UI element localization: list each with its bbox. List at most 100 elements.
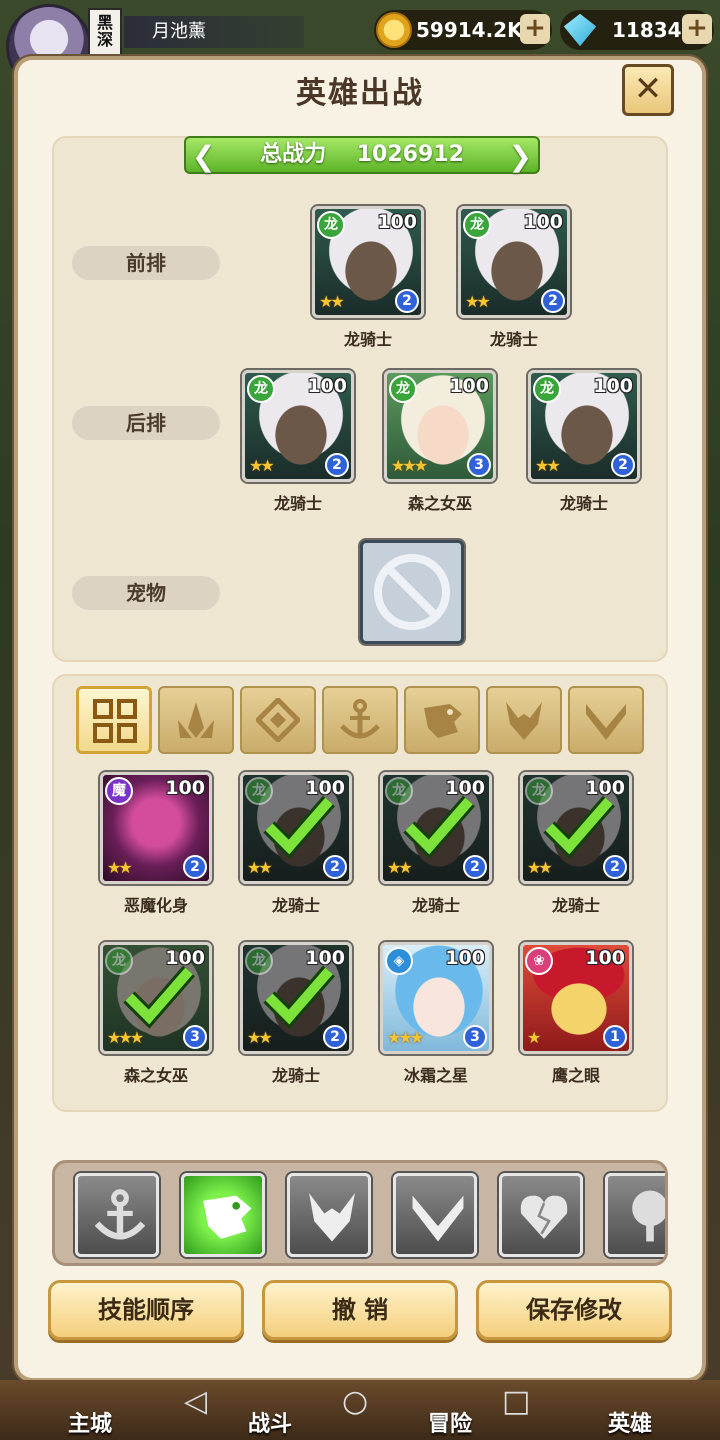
- hero-name: 龙骑士: [271, 1066, 320, 1085]
- checkmark-icon: [543, 795, 615, 859]
- anchor-bond-button[interactable]: [75, 1173, 159, 1257]
- gem-amount: 11834: [612, 18, 682, 42]
- leaf-icon: [178, 702, 214, 738]
- star-icons: ★★: [527, 858, 553, 877]
- back-slot-1[interactable]: 龙 100 ★★ 2 龙骑士: [242, 370, 358, 514]
- add-gold-button[interactable]: +: [520, 14, 550, 44]
- dragon-head-icon: [424, 704, 462, 738]
- dragon-class-icon: 龙: [525, 777, 553, 805]
- checkmark-icon: [123, 965, 195, 1029]
- hero-level: 100: [305, 777, 345, 799]
- star-icons: ★★★: [107, 1028, 144, 1047]
- bond-skill-tray[interactable]: [52, 1160, 668, 1266]
- rank-badge: 1: [603, 1025, 627, 1049]
- star-icons: ★★: [465, 292, 491, 311]
- dragon-class-icon: 龙: [247, 375, 275, 403]
- filter-anchor-button[interactable]: [322, 686, 398, 754]
- hero-card[interactable]: 龙 100 ★★ 2: [380, 772, 492, 884]
- hero-name: 龙骑士: [271, 896, 320, 915]
- save-changes-button[interactable]: 保存修改: [476, 1280, 672, 1340]
- filter-demon-button[interactable]: [486, 686, 562, 754]
- add-gems-button[interactable]: +: [682, 14, 712, 44]
- hero-name: 龙骑士: [273, 494, 322, 513]
- hero-card[interactable]: 龙 100 ★★ 2: [240, 772, 352, 884]
- nav-city[interactable]: 主城: [40, 1406, 140, 1438]
- roster-hero-1[interactable]: 魔 100 ★★ 2 恶魔化身: [100, 772, 216, 916]
- hero-card[interactable]: 龙 100 ★★★ 3: [100, 942, 212, 1054]
- hero-level: 100: [585, 777, 625, 799]
- hero-name: 龙骑士: [411, 896, 460, 915]
- back-slot-3[interactable]: 龙 100 ★★ 2 龙骑士: [528, 370, 644, 514]
- top-bar: 黑深 月池薰 59914.2K + 11834 +: [0, 0, 720, 90]
- dragon-class-icon: 龙: [245, 777, 273, 805]
- frost-class-icon: ◈: [385, 947, 413, 975]
- dragon-class-icon: 龙: [463, 211, 491, 239]
- hero-level: 100: [449, 375, 489, 397]
- undo-button[interactable]: 撤 销: [262, 1280, 458, 1340]
- close-button[interactable]: ✕: [622, 64, 674, 116]
- hero-card[interactable]: 龙 100 ★★ 2: [242, 370, 354, 482]
- hero-name: 龙骑士: [551, 896, 600, 915]
- dragon-head-icon: [203, 1195, 252, 1239]
- roster-hero-8[interactable]: ❀ 100 ★ 1 鹰之眼: [520, 942, 636, 1086]
- roster-hero-2[interactable]: 龙 100 ★★ 2 龙骑士: [240, 772, 356, 916]
- hero-name: 森之女巫: [123, 1066, 188, 1085]
- forest-class-icon: ❀: [525, 947, 553, 975]
- rank-badge: 2: [611, 453, 635, 477]
- nav-adventure[interactable]: 冒险: [400, 1406, 500, 1438]
- checkmark-icon: [403, 795, 475, 859]
- light-bond-button[interactable]: [393, 1173, 477, 1257]
- roster-hero-5[interactable]: 龙 100 ★★★ 3 森之女巫: [100, 942, 216, 1086]
- rank-badge: 3: [183, 1025, 207, 1049]
- filter-forest-button[interactable]: [158, 686, 234, 754]
- hero-name: 恶魔化身: [123, 896, 188, 915]
- star-icons: ★★: [247, 858, 273, 877]
- hero-card[interactable]: 龙 100 ★★ 2: [240, 942, 352, 1054]
- empty-pet-card[interactable]: [360, 540, 464, 644]
- heart-bond-button[interactable]: [499, 1173, 583, 1257]
- hero-card[interactable]: 龙 100 ★★ 2: [528, 370, 640, 482]
- roster-hero-3[interactable]: 龙 100 ★★ 2 龙骑士: [380, 772, 496, 916]
- skill-order-button[interactable]: 技能顺序: [48, 1280, 244, 1340]
- hero-card[interactable]: 龙 100 ★★ 2: [458, 206, 570, 318]
- roster-hero-7[interactable]: ◈ 100 ★★★ 3 冰霜之星: [380, 942, 496, 1086]
- rank-badge: 3: [467, 453, 491, 477]
- nav-battle[interactable]: 战斗: [220, 1406, 320, 1438]
- hero-level: 100: [445, 947, 485, 969]
- back-slot-2[interactable]: 龙 100 ★★★ 3 森之女巫: [384, 370, 500, 514]
- demon-bond-button[interactable]: [287, 1173, 371, 1257]
- close-icon: ✕: [633, 69, 663, 109]
- filter-all-button[interactable]: [76, 686, 152, 754]
- system-back-icon[interactable]: ◁: [184, 1384, 207, 1419]
- hero-card[interactable]: ❀ 100 ★ 1: [520, 942, 632, 1054]
- demon-horns-icon: [506, 702, 542, 740]
- hero-level: 100: [585, 947, 625, 969]
- hero-card[interactable]: ◈ 100 ★★★ 3: [380, 942, 492, 1054]
- front-slot-2[interactable]: 龙 100 ★★ 2 龙骑士: [458, 206, 574, 350]
- front-slot-1[interactable]: 龙 100 ★★ 2 龙骑士: [312, 206, 428, 350]
- grid-icon: [93, 699, 137, 743]
- system-home-icon[interactable]: ○: [342, 1384, 368, 1419]
- player-name: 月池薰: [124, 16, 304, 48]
- filter-dragon-button[interactable]: [404, 686, 480, 754]
- demon-horns-icon: [309, 1193, 355, 1242]
- pet-slot[interactable]: [360, 540, 476, 644]
- filter-frost-button[interactable]: [240, 686, 316, 754]
- hero-card[interactable]: 魔 100 ★★ 2: [100, 772, 212, 884]
- roster-hero-4[interactable]: 龙 100 ★★ 2 龙骑士: [520, 772, 636, 916]
- front-row-label: 前排: [72, 246, 220, 280]
- tree-bond-button[interactable]: [605, 1173, 665, 1257]
- hero-card[interactable]: 龙 100 ★★ 2: [312, 206, 424, 318]
- chevron-right-icon: ❯: [508, 140, 532, 173]
- total-power-bar: ❮ 总战力 1026912 ❯: [184, 136, 540, 174]
- star-icons: ★★: [249, 456, 275, 475]
- hero-card[interactable]: 龙 100 ★★★ 3: [384, 370, 496, 482]
- roster-hero-6[interactable]: 龙 100 ★★ 2 龙骑士: [240, 942, 356, 1086]
- system-recents-icon[interactable]: □: [502, 1384, 530, 1419]
- wing-chevron-icon: [412, 1195, 464, 1242]
- hero-card[interactable]: 龙 100 ★★ 2: [520, 772, 632, 884]
- nav-hero[interactable]: 英雄: [580, 1406, 680, 1438]
- star-icons: ★★★: [387, 1028, 424, 1047]
- dragon-bond-button[interactable]: [181, 1173, 265, 1257]
- filter-light-button[interactable]: [568, 686, 644, 754]
